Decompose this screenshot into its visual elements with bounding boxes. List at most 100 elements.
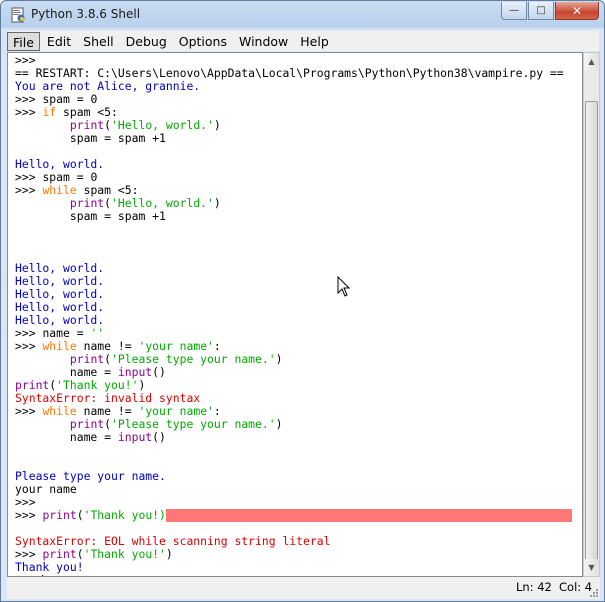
shell-text: spam <5:: [76, 183, 139, 197]
menu-bar: File Edit Shell Debug Options Window Hel…: [7, 31, 599, 51]
shell-text: (: [104, 118, 112, 132]
shell-text: (: [76, 547, 84, 561]
shell-text: 'Hello, world.': [111, 118, 214, 132]
shell-text: (: [104, 417, 112, 431]
mouse-pointer-icon: [337, 276, 351, 297]
close-button[interactable]: ✕: [555, 2, 599, 20]
shell-text: >>>: [15, 53, 43, 67]
shell-text: '': [90, 326, 105, 340]
menu-shell[interactable]: Shell: [78, 32, 119, 51]
shell-text: ): [165, 547, 173, 561]
shell-text: Please type your name.: [15, 469, 166, 483]
shell-text: Hello, world.: [15, 287, 105, 301]
menu-file[interactable]: File: [7, 31, 40, 51]
status-bar: Ln: 42 Col: 4: [7, 577, 600, 599]
shell-text: Hello, world.: [15, 300, 105, 314]
shell-text: 'Please type your name.': [111, 417, 276, 431]
shell-text: spam = spam +1: [15, 209, 166, 223]
window-controls: — □ ✕: [501, 2, 599, 20]
menu-debug[interactable]: Debug: [121, 32, 172, 51]
shell-text: [15, 118, 70, 132]
shell-text: 'your name': [138, 404, 214, 418]
shell-text: >>>: [15, 105, 43, 119]
shell-text: name =: [42, 326, 91, 340]
shell-text: 'Thank you!': [83, 547, 166, 561]
shell-text: print: [42, 508, 77, 522]
status-line-number: Ln: 42: [516, 580, 552, 594]
shell-text: name =: [15, 430, 118, 444]
menu-help[interactable]: Help: [295, 32, 334, 51]
shell-line: >>> print('Thank you!'): [15, 547, 582, 561]
idle-shell-window: Python 3.8.6 Shell — □ ✕ File Edit Shell…: [0, 0, 605, 602]
shell-text: >>>: [15, 404, 43, 418]
scrollbar-thumb[interactable]: [585, 101, 598, 560]
shell-line: your name: [15, 483, 582, 496]
shell-text: name !=: [76, 339, 139, 353]
minimize-icon: —: [509, 5, 519, 16]
shell-text: Hello, world.: [15, 313, 105, 327]
shell-text: Hello, world.: [15, 274, 105, 288]
shell-text: input: [117, 430, 153, 444]
shell-text: >>>: [15, 326, 43, 340]
error-highlight: [165, 509, 572, 522]
resize-grip-icon[interactable]: [589, 588, 599, 598]
shell-text: >>>: [15, 92, 43, 106]
shell-text: :: [213, 339, 221, 353]
shell-line: You are not Alice, grannie.: [15, 80, 582, 93]
shell-text: name =: [15, 365, 118, 379]
shell-text: ): [275, 352, 283, 366]
shell-text: spam = 0: [42, 170, 98, 184]
shell-text: Thank you!: [15, 560, 84, 574]
maximize-button[interactable]: □: [528, 2, 554, 20]
shell-text: >>>: [15, 339, 43, 353]
shell-text: print: [69, 196, 105, 210]
shell-text: 'Hello, world.': [111, 196, 214, 210]
shell-text: (): [152, 365, 166, 379]
shell-text: spam = spam +1: [15, 131, 166, 145]
shell-text: 'Thank you!): [83, 508, 166, 522]
shell-text: if: [42, 105, 57, 119]
shell-line: spam = spam +1: [15, 131, 582, 145]
shell-text: [15, 417, 70, 431]
shell-text: :: [213, 404, 221, 418]
menu-window[interactable]: Window: [234, 32, 293, 51]
shell-text: print: [15, 378, 50, 392]
menu-edit[interactable]: Edit: [42, 32, 76, 51]
shell-text: Hello, world.: [15, 261, 105, 275]
minimize-button[interactable]: —: [501, 2, 527, 20]
scroll-down-arrow-icon[interactable]: ▼: [584, 559, 599, 576]
shell-text: input: [117, 365, 153, 379]
title-bar[interactable]: Python 3.8.6 Shell — □ ✕: [1, 1, 604, 29]
menu-options[interactable]: Options: [174, 32, 232, 51]
python-shell-icon: [11, 7, 25, 23]
shell-text: 'Thank you!': [56, 378, 139, 392]
shell-text: print: [69, 118, 105, 132]
shell-line: spam = spam +1: [15, 209, 582, 223]
shell-text: [15, 352, 70, 366]
shell-text: (: [104, 352, 112, 366]
shell-line: Please type your name.: [15, 469, 582, 483]
shell-line: Thank you!: [15, 560, 582, 574]
shell-text: ): [275, 417, 283, 431]
vertical-scrollbar[interactable]: ▲ ▼: [583, 52, 600, 577]
shell-text: (: [104, 196, 112, 210]
shell-line: >>> print('Thank you!): [15, 508, 582, 522]
shell-text-area[interactable]: >>> == RESTART: C:\Users\Lenovo\AppData\…: [7, 52, 583, 577]
shell-text: >>>: [15, 170, 43, 184]
status-column-number: Col: 4: [559, 580, 593, 594]
shell-text: SyntaxError: invalid syntax: [15, 391, 201, 405]
shell-text: print: [69, 352, 105, 366]
shell-text: >>>: [15, 495, 43, 509]
window-title: Python 3.8.6 Shell: [31, 7, 141, 21]
scroll-up-arrow-icon[interactable]: ▲: [584, 53, 599, 70]
shell-text: while: [42, 404, 77, 418]
shell-text: 'Please type your name.': [111, 352, 276, 366]
shell-text: == RESTART: C:\Users\Lenovo\AppData\Loca…: [15, 66, 564, 80]
shell-text: (): [152, 430, 166, 444]
shell-text: while: [42, 183, 77, 197]
shell-text: 'your name': [138, 339, 214, 353]
shell-text: spam = 0: [42, 92, 98, 106]
maximize-icon: □: [536, 5, 546, 16]
shell-text: spam <5:: [56, 105, 118, 119]
